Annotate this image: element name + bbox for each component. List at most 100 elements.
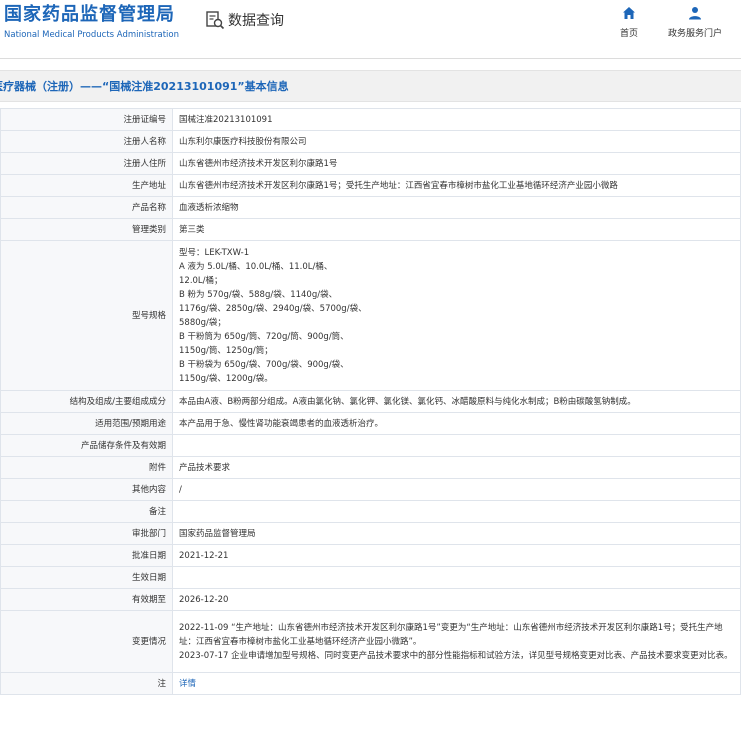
- table-row: 产品名称 血液透析浓缩物: [0, 196, 741, 219]
- nav-home[interactable]: 首页: [599, 6, 659, 39]
- field-label: 型号规格: [0, 240, 173, 391]
- field-value-line: B 粉为 570g/袋、588g/袋、1140g/袋、: [179, 289, 338, 300]
- field-value: 2022-11-09 “生产地址：山东省德州市经济技术开发区利尔康路1号”变更为…: [172, 610, 741, 673]
- field-value-line: B 干粉袋为 650g/袋、700g/袋、900g/袋、: [179, 359, 349, 370]
- table-row: 注册人住所 山东省德州市经济技术开发区利尔康路1号: [0, 152, 741, 175]
- field-value: 山东省德州市经济技术开发区利尔康路1号: [172, 152, 741, 175]
- logo-chinese-name: 国家药品监督管理局: [4, 4, 175, 25]
- field-value-text: 血液透析浓缩物: [179, 202, 239, 213]
- field-value-text: 山东利尔康医疗科技股份有限公司: [179, 136, 307, 147]
- detail-table: 注册证编号 国械注准20213101091 注册人名称 山东利尔康医疗科技股份有限公司…: [0, 108, 741, 695]
- field-value: 山东省德州市经济技术开发区利尔康路1号；受托生产地址：江西省宜春市樟树市盐化工业…: [172, 174, 741, 197]
- table-row: 适用范围/预期用途 本产品用于急、慢性肾功能衰竭患者的血液透析治疗。: [0, 412, 741, 435]
- field-value-text: 国家药品监督管理局: [179, 528, 256, 539]
- field-label: 生效日期: [0, 566, 173, 589]
- user-icon: [689, 7, 701, 20]
- field-label: 审批部门: [0, 522, 173, 545]
- table-row: 生效日期: [0, 566, 741, 589]
- data-query-label: 数据查询: [228, 13, 284, 29]
- field-label: 备注: [0, 500, 173, 523]
- site-header: 国家药品监督管理局 National Medical Products Admi…: [0, 0, 741, 59]
- field-value-text: 本产品用于急、慢性肾功能衰竭患者的血液透析治疗。: [179, 418, 384, 429]
- table-row: 管理类别 第三类: [0, 218, 741, 241]
- table-row: 其他内容 /: [0, 478, 741, 501]
- field-value: [172, 434, 741, 457]
- details-link[interactable]: 详情: [179, 679, 196, 689]
- field-value-text: 第三类: [179, 224, 205, 235]
- field-value: 本品由A液、B粉两部分组成。A液由氯化钠、氯化钾、氯化镁、氯化钙、冰醋酸原料与纯…: [172, 390, 741, 413]
- field-value: [172, 566, 741, 589]
- field-value-line: 12.0L/桶；: [179, 275, 223, 286]
- field-label: 其他内容: [0, 478, 173, 501]
- top-nav: 首页 政务服务门户: [593, 6, 725, 39]
- field-value-line: 型号：LEK-TXW-1: [179, 247, 250, 258]
- field-value: 山东利尔康医疗科技股份有限公司: [172, 130, 741, 153]
- field-value: 型号：LEK-TXW-1 A 液为 5.0L/桶、10.0L/桶、11.0L/桶、…: [172, 240, 741, 391]
- field-value-line: 5880g/袋；: [179, 317, 226, 328]
- field-value: 本产品用于急、慢性肾功能衰竭患者的血液透析治疗。: [172, 412, 741, 435]
- field-value: 2021-12-21: [172, 544, 741, 567]
- field-value-text: 2021-12-21: [179, 550, 229, 561]
- field-value-line: 1176g/袋、2850g/袋、2940g/袋、5700g/袋、: [179, 303, 367, 314]
- table-row: 产品储存条件及有效期: [0, 434, 741, 457]
- field-label: 管理类别: [0, 218, 173, 241]
- field-label: 注册人名称: [0, 130, 173, 153]
- field-value: 第三类: [172, 218, 741, 241]
- field-value-text: 产品技术要求: [179, 462, 231, 473]
- table-row: 注册证编号 国械注准20213101091: [0, 108, 741, 131]
- field-value: 产品技术要求: [172, 456, 741, 479]
- logo-english-name: National Medical Products Administration: [4, 30, 179, 40]
- field-value-text: /: [179, 484, 182, 495]
- field-value-line: 2022-11-09 “生产地址：山东省德州市经济技术开发区利尔康路1号”变更为…: [179, 622, 723, 647]
- field-value-line: B 干粉筒为 650g/筒、720g/筒、900g/筒、: [179, 331, 349, 342]
- document-search-icon: [206, 11, 225, 30]
- data-query-link[interactable]: 数据查询: [205, 10, 284, 30]
- field-value-text: 2026-12-20: [179, 594, 229, 605]
- field-value-text: 山东省德州市经济技术开发区利尔康路1号；受托生产地址：江西省宜春市樟树市盐化工业…: [179, 180, 618, 191]
- field-label: 批准日期: [0, 544, 173, 567]
- table-row: 型号规格 型号：LEK-TXW-1 A 液为 5.0L/桶、10.0L/桶、11.0…: [0, 240, 741, 391]
- field-label: 结构及组成/主要组成成分: [0, 390, 173, 413]
- field-value: [172, 500, 741, 523]
- field-label: 适用范围/预期用途: [0, 412, 173, 435]
- field-value: 血液透析浓缩物: [172, 196, 741, 219]
- field-value-line: 1150g/袋、1200g/袋。: [179, 373, 273, 384]
- field-label: 生产地址: [0, 174, 173, 197]
- field-value-text: 本品由A液、B粉两部分组成。A液由氯化钠、氯化钾、氯化镁、氯化钙、冰醋酸原料与纯…: [179, 396, 636, 407]
- table-row: 附件 产品技术要求: [0, 456, 741, 479]
- nav-service-portal-label: 政务服务门户: [667, 29, 722, 39]
- table-row: 生产地址 山东省德州市经济技术开发区利尔康路1号；受托生产地址：江西省宜春市樟树市…: [0, 174, 741, 197]
- field-value: 国械注准20213101091: [172, 108, 741, 131]
- field-label: 附件: [0, 456, 173, 479]
- field-label: 产品名称: [0, 196, 173, 219]
- home-icon: [623, 7, 635, 19]
- table-row: 注详情: [0, 672, 741, 695]
- table-row: 注册人名称 山东利尔康医疗科技股份有限公司: [0, 130, 741, 153]
- field-label: 注册证编号: [0, 108, 173, 131]
- field-value-line: A 液为 5.0L/桶、10.0L/桶、11.0L/桶、: [179, 261, 333, 272]
- field-label: 产品储存条件及有效期: [0, 434, 173, 457]
- field-label: 注册人住所: [0, 152, 173, 175]
- nav-home-label: 首页: [619, 29, 638, 39]
- field-value-text: 国械注准20213101091: [179, 114, 273, 125]
- field-label: 有效期至: [0, 588, 173, 611]
- table-row: 结构及组成/主要组成成分 本品由A液、B粉两部分组成。A液由氯化钠、氯化钾、氯化镁…: [0, 390, 741, 413]
- field-value: /: [172, 478, 741, 501]
- table-row: 备注: [0, 500, 741, 523]
- logo[interactable]: 国家药品监督管理局 National Medical Products Admi…: [4, 4, 179, 42]
- field-value-line: 1150g/筒、1250g/筒；: [179, 345, 273, 356]
- field-value: 国家药品监督管理局: [172, 522, 741, 545]
- field-value-text: 山东省德州市经济技术开发区利尔康路1号: [179, 158, 338, 169]
- field-label: 变更情况: [0, 610, 173, 673]
- table-row: 批准日期 2021-12-21: [0, 544, 741, 567]
- field-value: 详情: [172, 672, 741, 695]
- table-row: 变更情况 2022-11-09 “生产地址：山东省德州市经济技术开发区利尔康路1号…: [0, 610, 741, 673]
- record-title-bar: 医疗器械（注册）——“国械注准20213101091”基本信息: [0, 70, 741, 102]
- field-label: 注: [0, 672, 173, 695]
- field-value: 2026-12-20: [172, 588, 741, 611]
- table-row: 有效期至 2026-12-20: [0, 588, 741, 611]
- page-title: 医疗器械（注册）——“国械注准20213101091”基本信息: [0, 80, 289, 93]
- field-value-line: 2023-07-17 企业申请增加型号规格、同时变更产品技术要求中的部分性能指标…: [179, 650, 733, 661]
- table-row: 审批部门 国家药品监督管理局: [0, 522, 741, 545]
- nav-service-portal[interactable]: 政务服务门户: [665, 6, 725, 39]
